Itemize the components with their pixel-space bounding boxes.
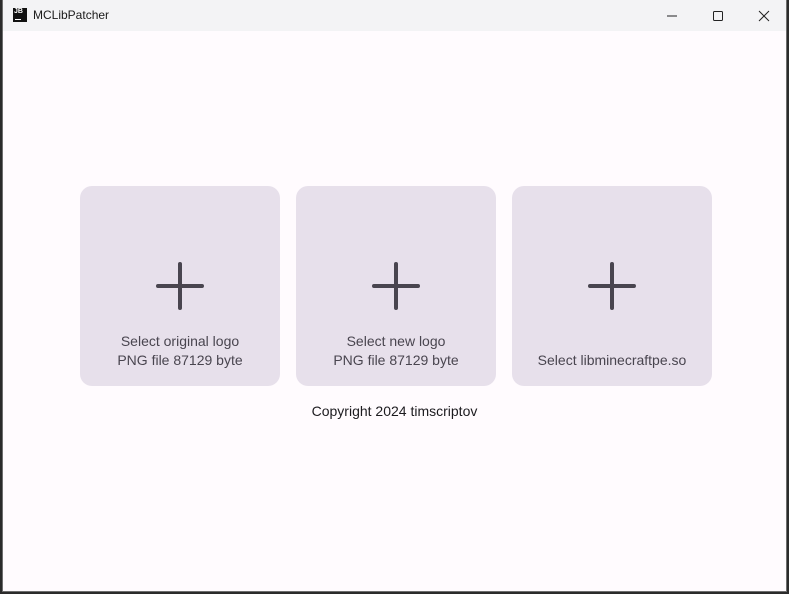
close-button[interactable] (741, 0, 787, 31)
select-original-logo-card[interactable]: Select original logo PNG file 87129 byte (80, 186, 280, 386)
card-label: Select original logo (120, 333, 240, 349)
title-bar[interactable]: JB MCLibPatcher (3, 0, 786, 31)
select-lib-card[interactable]: Select libminecraftpe.so (512, 186, 712, 386)
card-sublabel: PNG file 87129 byte (117, 352, 243, 368)
plus-icon (588, 262, 636, 310)
maximize-button[interactable] (695, 0, 741, 31)
minimize-icon (667, 15, 677, 16)
plus-icon (156, 262, 204, 310)
plus-icon (372, 262, 420, 310)
close-icon (758, 10, 770, 21)
maximize-icon (713, 10, 723, 21)
window-title: MCLibPatcher (33, 8, 110, 22)
copyright-text: Copyright 2024 timscriptov (311, 403, 478, 419)
card-label: Select new logo (346, 333, 446, 349)
card-label: Select libminecraftpe.so (537, 352, 687, 368)
app-window: JB MCLibPatcher Select original logo PNG… (2, 0, 787, 592)
select-new-logo-card[interactable]: Select new logo PNG file 87129 byte (296, 186, 496, 386)
card-sublabel: PNG file 87129 byte (333, 352, 459, 368)
app-logo-icon: JB (13, 8, 27, 22)
minimize-button[interactable] (649, 0, 695, 31)
